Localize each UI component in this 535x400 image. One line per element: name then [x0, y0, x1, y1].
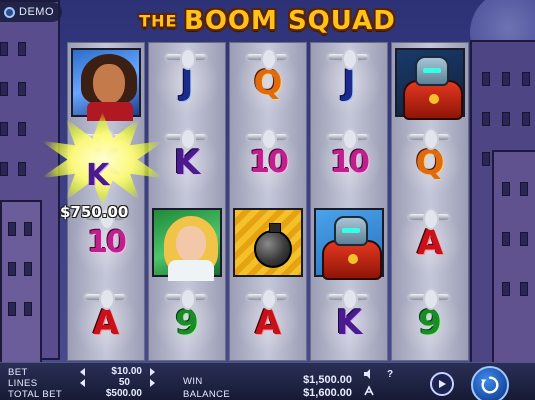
reel-symbol: 9 [391, 284, 469, 361]
robot-icon [314, 208, 384, 280]
play-icon [439, 380, 446, 388]
bomb-icon [233, 208, 303, 277]
reel-symbol: Q [229, 44, 307, 121]
win-value: $1,500.00 [303, 374, 352, 386]
lines-label: LINES [8, 378, 38, 389]
win-amount-label: $750.00 [60, 203, 129, 221]
robot-icon [395, 48, 465, 120]
game-title: THE BOOM SQUAD [0, 6, 535, 36]
help-button[interactable]: ? [383, 367, 397, 381]
card-a-icon: A [254, 302, 282, 343]
grenade-pin-icon [326, 48, 370, 70]
grenade-pin-icon [407, 128, 451, 150]
reel-2: JK 9 [148, 42, 226, 361]
autoplay-button[interactable] [430, 372, 454, 396]
reel-1: K 10 A [67, 42, 145, 361]
reel-symbol: 10 [310, 124, 388, 201]
reel-symbol: A [67, 284, 145, 361]
reel-symbol: J [148, 44, 226, 121]
card-nine-icon: 9 [418, 302, 442, 343]
card-ten-icon: 10 [330, 144, 370, 180]
title-prefix: THE [139, 11, 178, 31]
total-bet-label: TOTAL BET [8, 389, 63, 400]
grenade-pin-icon [245, 48, 289, 70]
reel-symbol [391, 44, 469, 121]
reel-symbol: A [229, 284, 307, 361]
win-symbol: K [86, 158, 110, 193]
grenade-pin-icon [326, 288, 370, 310]
win-label: WIN [183, 376, 203, 387]
bet-decrease-icon[interactable] [80, 368, 85, 376]
card-k-icon: K [173, 142, 201, 183]
lines-value: 50 [118, 377, 130, 388]
lines-increase-icon[interactable] [150, 379, 155, 387]
reel-symbol: A [391, 204, 469, 281]
card-ten-icon: 10 [249, 144, 289, 180]
grenade-pin-icon [407, 288, 451, 310]
reel-4: J 10 K [310, 42, 388, 361]
building-left-front [0, 200, 42, 370]
card-q-icon: Q [415, 142, 445, 183]
bet-label: BET [8, 367, 28, 378]
reel-symbol: 9 [148, 284, 226, 361]
sound-icon[interactable] [362, 367, 376, 381]
balance-label: BALANCE [183, 389, 231, 400]
card-a-icon: A [92, 302, 120, 343]
reel-symbol: J [310, 44, 388, 121]
grenade-pin-icon [83, 288, 127, 310]
card-j-icon: J [180, 62, 194, 103]
heroine-dark-hair-icon [71, 48, 141, 121]
grenade-pin-icon [164, 48, 208, 70]
card-a-icon: A [416, 222, 444, 263]
reel-symbol [67, 44, 145, 121]
reel-symbol: Q [391, 124, 469, 201]
total-bet-value: $500.00 [105, 388, 142, 399]
grenade-pin-icon [245, 288, 289, 310]
spin-icon [480, 376, 499, 394]
settings-icon[interactable] [362, 384, 376, 398]
reel-grid: K10AJK9Q10AJ10KQA9 [67, 42, 470, 361]
bet-value: $10.00 [111, 366, 142, 377]
bet-increase-icon[interactable] [150, 368, 155, 376]
grenade-pin-icon [326, 128, 370, 150]
lines-decrease-icon[interactable] [80, 379, 85, 387]
spin-button[interactable] [471, 366, 509, 400]
building-right-front [492, 150, 535, 370]
balance-value: $1,600.00 [303, 387, 352, 399]
card-k-icon: K [335, 302, 363, 343]
reel-symbol: 10 [229, 124, 307, 201]
card-ten-icon: 10 [87, 224, 127, 260]
reel-symbol [148, 204, 226, 281]
reel-symbol [310, 204, 388, 281]
title-name: BOOM SQUAD [184, 6, 396, 36]
grenade-pin-icon [245, 128, 289, 150]
card-q-icon: Q [253, 62, 283, 103]
reel-symbol: K [310, 284, 388, 361]
control-bar: BET $10.00 LINES 50 TOTAL BET $500.00 WI… [0, 362, 535, 400]
reel-symbol: K [148, 124, 226, 201]
heroine-blonde-icon [152, 208, 222, 281]
reel-5: QA 9 [391, 42, 469, 361]
reel-3: Q 10 A [229, 42, 307, 361]
card-j-icon: J [342, 62, 356, 103]
grenade-pin-icon [164, 288, 208, 310]
grenade-pin-icon [164, 128, 208, 150]
card-nine-icon: 9 [175, 302, 199, 343]
reel-symbol [229, 204, 307, 281]
grenade-pin-icon [407, 208, 451, 230]
